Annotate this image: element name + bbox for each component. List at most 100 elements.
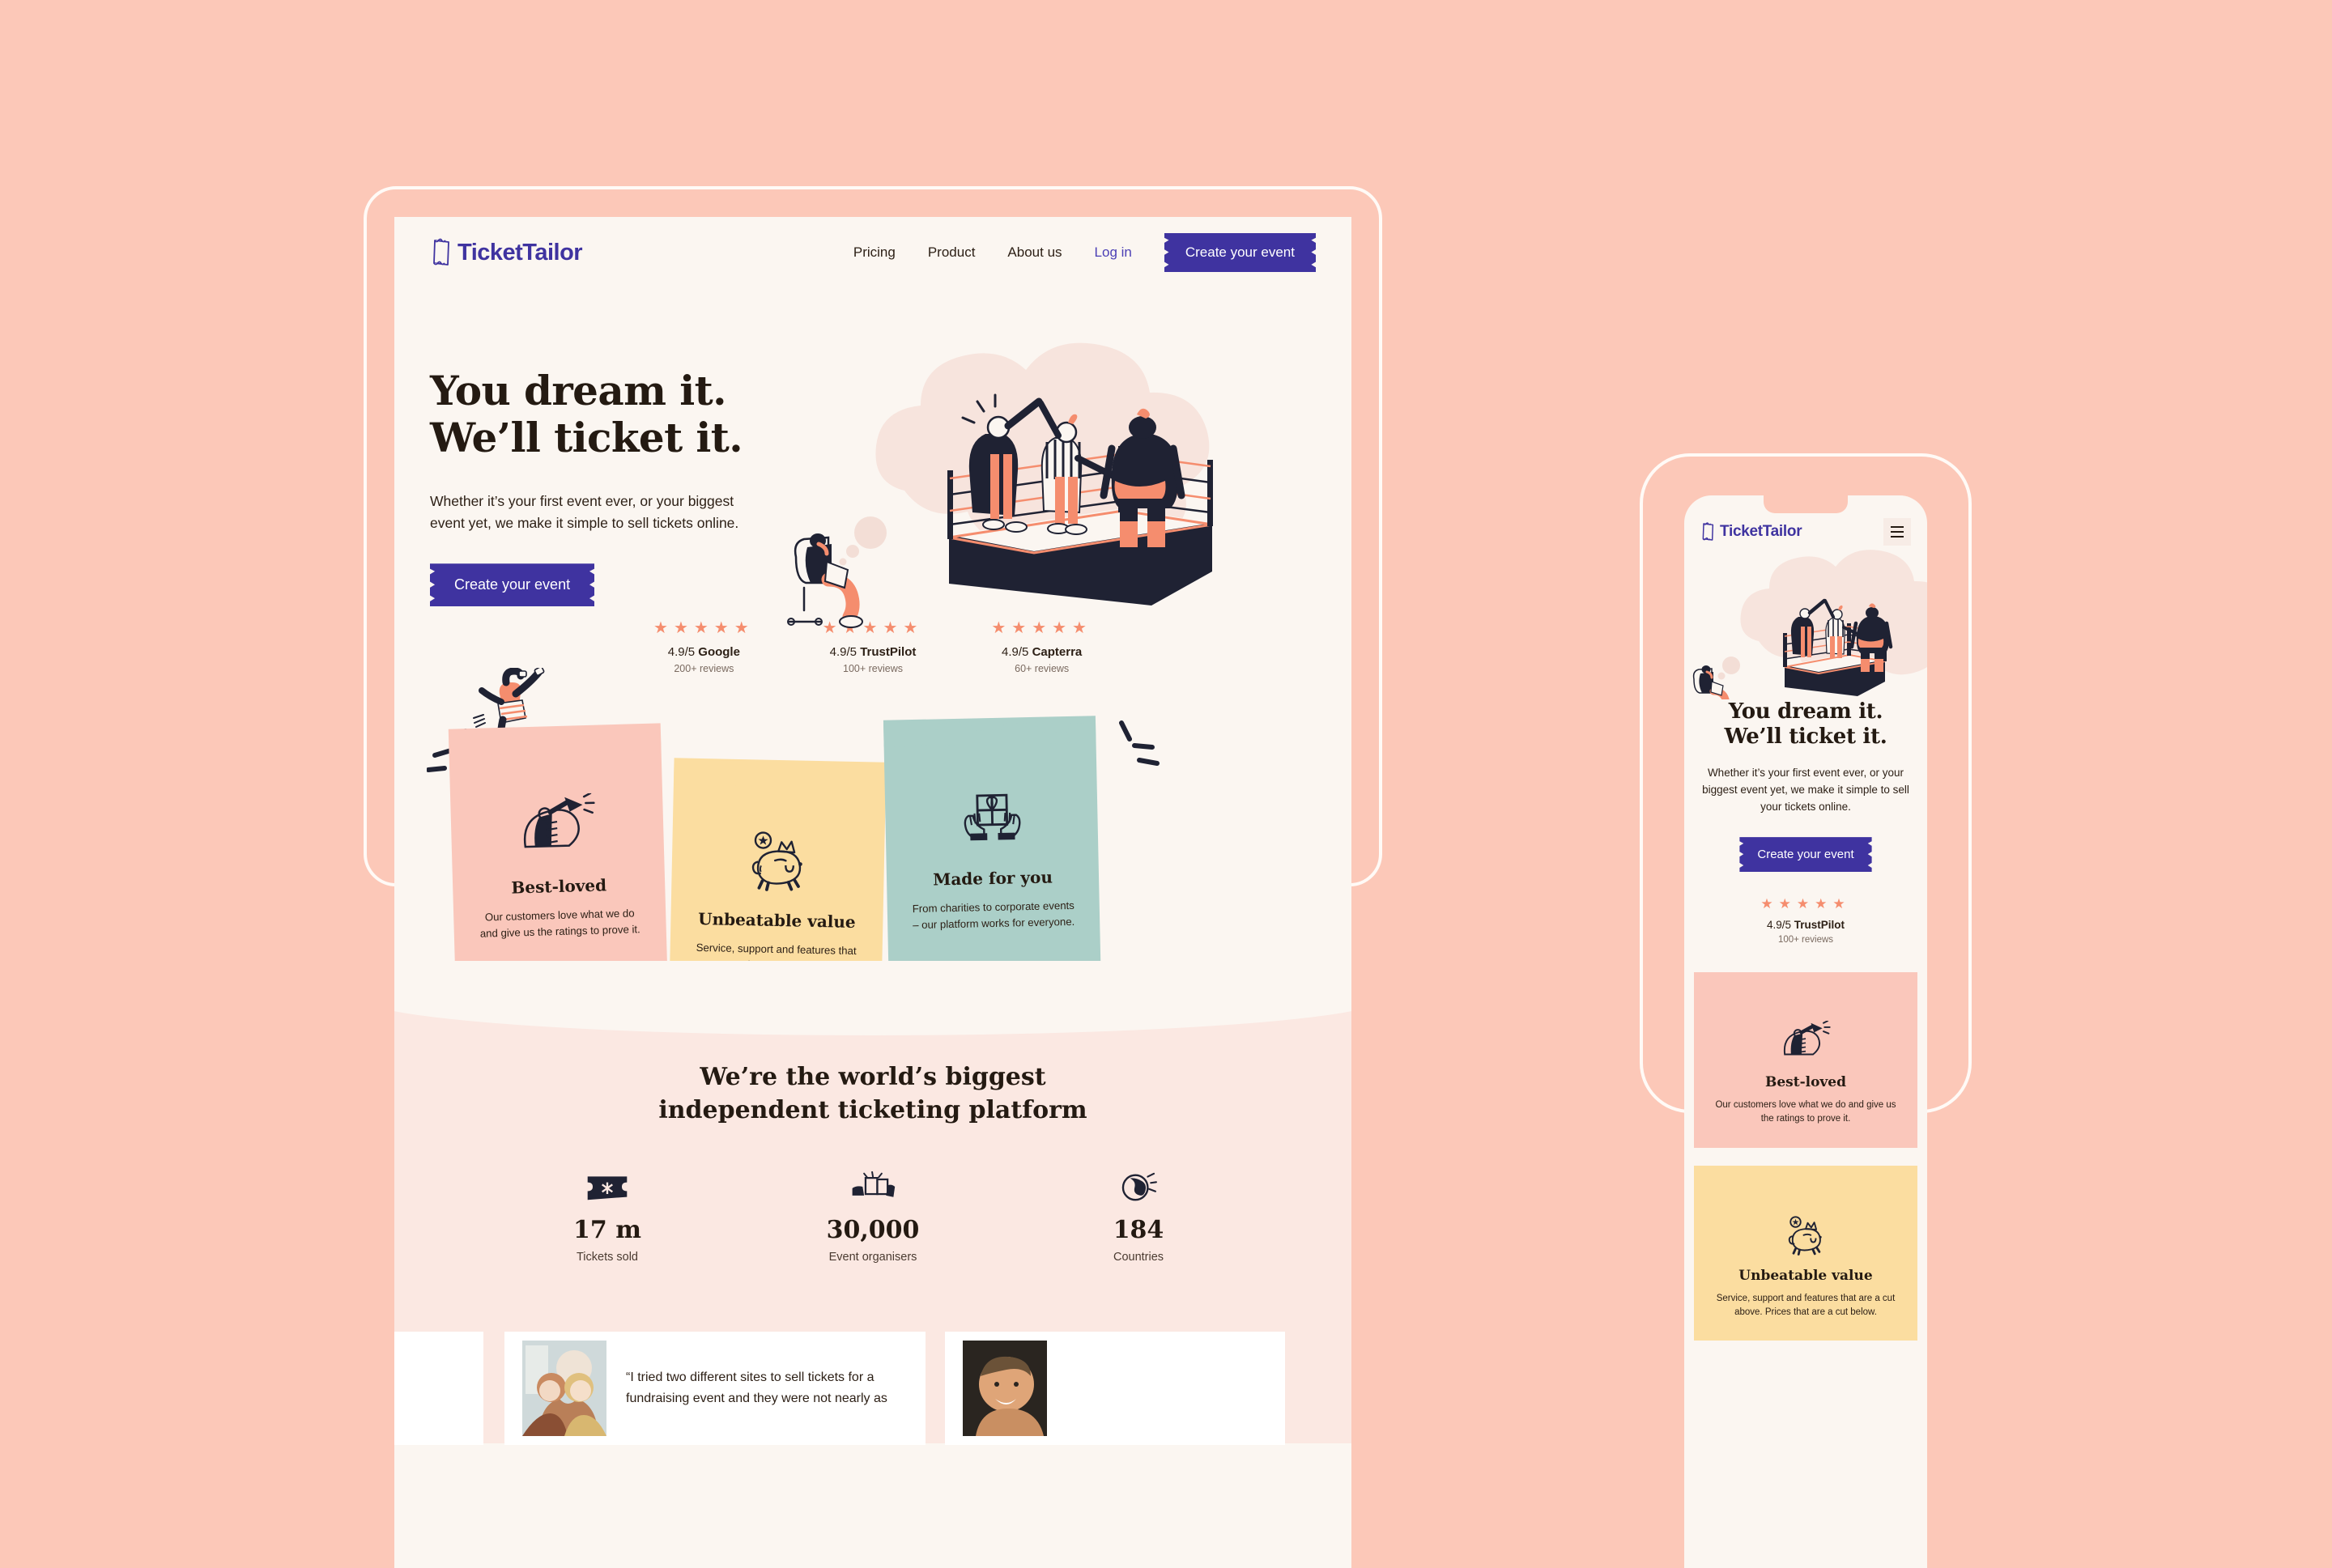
nav-link-pricing[interactable]: Pricing <box>853 244 896 261</box>
rating-label: 4.9/5 Capterra <box>991 645 1092 659</box>
hero-illustration <box>787 342 1213 628</box>
testimonial-card[interactable] <box>945 1332 1285 1446</box>
testimonial-photo <box>963 1341 1047 1437</box>
mobile-feature-card-title: Unbeatable value <box>1738 1267 1873 1284</box>
testimonials-section: “…s for a …nearly as <box>394 1314 1351 1446</box>
stat-label: Event organisers <box>828 1251 917 1264</box>
mobile-feature-card-body: Service, support and features that are a… <box>1716 1293 1896 1317</box>
rating-label: 4.9/5 TrustPilot <box>823 645 924 659</box>
nav-link-product[interactable]: Product <box>928 244 976 261</box>
phone-viewport: TicketTailor You dream it. We’ll ticket … <box>1684 495 1927 1568</box>
feature-card-body: Our customers love what we do and give u… <box>479 907 640 940</box>
spark-lines-icon <box>1119 720 1160 767</box>
desktop-navbar: TicketTailor Pricing Product About us Lo… <box>394 217 1351 288</box>
hero-subtitle: Whether it’s your first event ever, or y… <box>430 493 739 532</box>
rating-review-count: 60+ reviews <box>1015 663 1070 675</box>
desktop-hero: You dream it. We’ll ticket it. Whether i… <box>394 288 1351 628</box>
phone-notch <box>1764 495 1848 513</box>
mobile-hero-subtitle: Whether it’s your first event ever, or y… <box>1702 767 1909 814</box>
rating-source: TrustPilot <box>860 645 917 660</box>
stat-event-organisers: 30,000 Event organisers <box>808 1171 938 1264</box>
logo-text: TicketTailor <box>457 239 583 266</box>
hero-title-line-1: You dream it. <box>430 367 727 414</box>
stat-label: Countries <box>1113 1251 1164 1264</box>
hero-create-your-event-button[interactable]: Create your event <box>430 563 595 607</box>
mobile-create-your-event-button[interactable]: Create your event <box>1739 837 1872 873</box>
rating-source: Google <box>698 645 740 660</box>
rating-source: TrustPilot <box>1794 919 1845 932</box>
stat-value: 184 <box>1113 1216 1164 1245</box>
torn-edge <box>1694 1129 1917 1146</box>
hamburger-menu-icon[interactable] <box>1883 518 1911 546</box>
mobile-feature-card-best-loved: Best-loved Our customers love what we do… <box>1694 972 1917 1148</box>
megaphone-person-icon <box>471 787 643 861</box>
rating-review-count: 200+ reviews <box>674 663 734 675</box>
rating-source: Capterra <box>1032 645 1083 660</box>
torn-edge <box>883 722 1096 748</box>
mobile-hero-copy: You dream it. We’ll ticket it. Whether i… <box>1684 699 1927 945</box>
logo[interactable]: TicketTailor <box>430 238 583 267</box>
page-title: You dream it. We’ll ticket it. <box>430 368 778 461</box>
rating-label: 4.9/5 TrustPilot <box>1697 919 1914 931</box>
mobile-feature-card-unbeatable-value: Unbeatable value Service, support and fe… <box>1694 1165 1917 1341</box>
desktop-nav-links: Pricing Product About us Log in Create y… <box>853 233 1316 272</box>
stats-title-line-2: independent ticketing platform <box>658 1095 1087 1124</box>
mobile-title-line-2: We’ll ticket it. <box>1724 724 1887 749</box>
rating-score: 4.9/5 <box>1002 645 1029 660</box>
torn-edge <box>673 762 887 790</box>
testimonial-card[interactable]: “…s for a …nearly as <box>394 1332 483 1446</box>
rating-google: ★★★★★ 4.9/5 Google 200+ reviews <box>653 618 755 674</box>
mobile-hero-illustration <box>1684 546 1927 716</box>
rating-score: 4.9/5 <box>829 645 857 660</box>
nav-link-about-us[interactable]: About us <box>1007 244 1062 261</box>
globe-icon <box>1074 1171 1203 1203</box>
ticket-icon <box>1702 522 1714 541</box>
desktop-browser-viewport: TicketTailor Pricing Product About us Lo… <box>394 217 1351 1568</box>
feature-card-title: Unbeatable value <box>697 909 856 933</box>
stat-tickets-sold: 17 m Tickets sold <box>543 1171 672 1264</box>
megaphone-person-icon <box>1709 1014 1903 1063</box>
mobile-rating-trustpilot: ★★★★★ 4.9/5 TrustPilot 100+ reviews <box>1697 896 1914 945</box>
testimonial-card[interactable]: “I tried two different sites to sell tic… <box>504 1332 926 1446</box>
ticket-icon <box>433 238 449 266</box>
hero-copy: You dream it. We’ll ticket it. Whether i… <box>430 337 778 607</box>
star-rating-icon: ★★★★★ <box>653 619 755 638</box>
stats-section: We’re the world’s biggest independent ti… <box>394 961 1351 1315</box>
clapperboard-hands-icon <box>808 1171 938 1203</box>
mobile-feature-card-title: Best-loved <box>1764 1074 1847 1091</box>
burger-line <box>1891 536 1904 538</box>
torn-edge <box>1694 972 1917 991</box>
rating-review-count: 100+ reviews <box>843 663 903 675</box>
stat-value: 30,000 <box>826 1216 920 1245</box>
mobile-hero-cta-wrap: Create your event <box>1697 837 1914 873</box>
torn-edge <box>449 725 662 756</box>
gift-in-hands-icon <box>906 780 1078 852</box>
rating-review-count: 100+ reviews <box>1777 935 1834 945</box>
star-rating-icon: ★★★★★ <box>1760 896 1851 912</box>
stats-row: 17 m Tickets sold 30,000 Event organiser… <box>430 1171 1316 1264</box>
testimonial-quote: “I tried two different sites to sell tic… <box>626 1370 887 1406</box>
rating-score: 4.9/5 <box>1766 919 1791 932</box>
mobile-feature-cards: Best-loved Our customers love what we do… <box>1684 972 1927 1341</box>
stats-title-line-1: We’re the world’s biggest <box>700 1063 1046 1092</box>
mobile-logo[interactable]: TicketTailor <box>1700 522 1802 542</box>
feature-card-body: From charities to corporate events – our… <box>912 899 1075 932</box>
mobile-page-title: You dream it. We’ll ticket it. <box>1697 699 1914 749</box>
rating-score: 4.9/5 <box>667 645 696 660</box>
hero-title-line-2: We’ll ticket it. <box>430 414 743 461</box>
torn-edge <box>1694 1166 1917 1183</box>
hero-cta-wrap: Create your event <box>430 563 778 607</box>
feature-card-title: Made for you <box>932 867 1053 890</box>
stat-countries: 184 Countries <box>1074 1171 1203 1264</box>
mobile-feature-card-body: Our customers love what we do and give u… <box>1715 1100 1896 1124</box>
rating-label: 4.9/5 Google <box>653 645 755 659</box>
ticket-stub-icon <box>543 1171 672 1203</box>
feature-card-title: Best-loved <box>511 875 607 898</box>
mobile-title-line-1: You dream it. <box>1728 699 1883 724</box>
stat-label: Tickets sold <box>576 1251 638 1264</box>
burger-line <box>1891 526 1904 528</box>
stats-title: We’re the world’s biggest independent ti… <box>430 1061 1316 1127</box>
nav-link-log-in[interactable]: Log in <box>1095 244 1132 261</box>
create-your-event-button[interactable]: Create your event <box>1164 233 1316 272</box>
piggy-bank-icon <box>1709 1208 1903 1256</box>
